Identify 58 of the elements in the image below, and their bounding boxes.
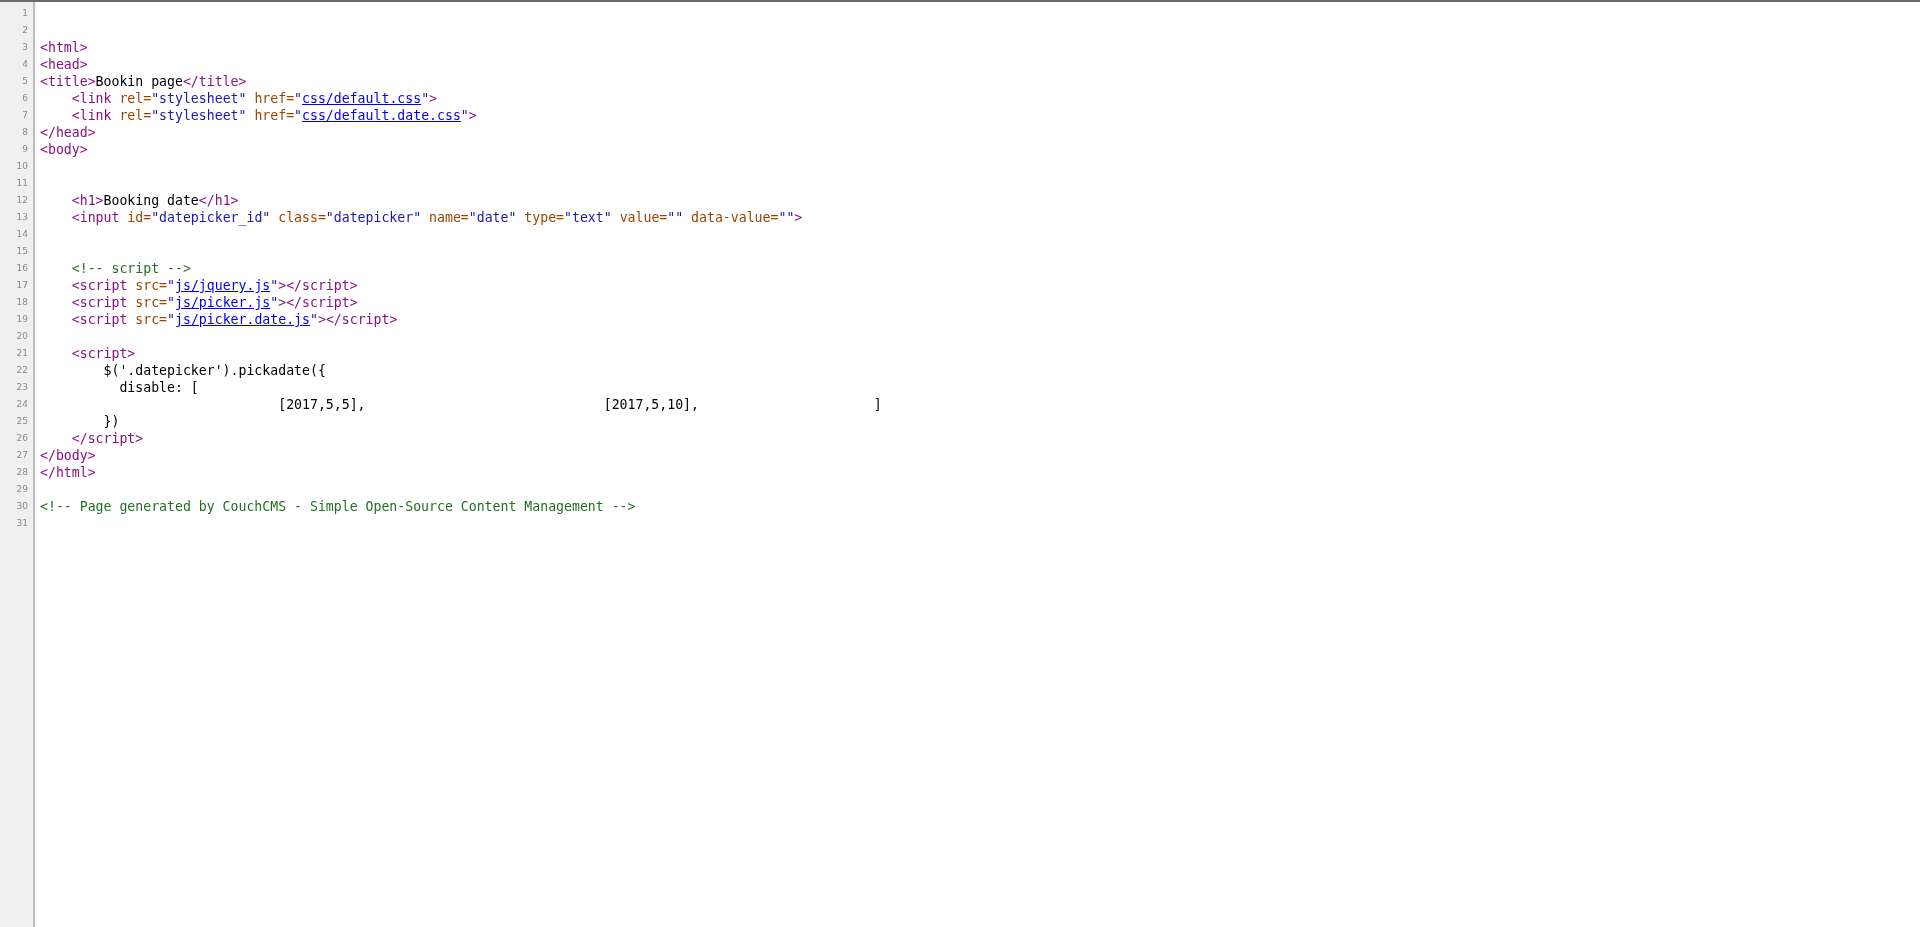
code-line: <script src="js/picker.js"></script> [70, 294, 358, 311]
code-line: <script src="js/picker.date.js"></script> [70, 311, 398, 328]
line-number: 23 [15, 381, 29, 394]
line-number: 20 [15, 330, 29, 343]
line-number: 7 [21, 109, 29, 122]
line-number: 5 [21, 75, 29, 88]
code-comment: <!-- script --> [70, 260, 191, 277]
line-number: 6 [21, 92, 29, 105]
line-number: 19 [15, 313, 29, 326]
code-line: <head> [40, 56, 88, 73]
line-number: 15 [15, 245, 29, 258]
line-number: 16 [15, 262, 29, 275]
line-number: 25 [15, 415, 29, 428]
line-number: 30 [15, 500, 29, 513]
line-number: 31 [15, 517, 29, 530]
line-number: 24 [15, 398, 29, 411]
code-line: <html> [40, 39, 88, 56]
line-number: 11 [15, 177, 29, 190]
code-line: <link rel="stylesheet" href="css/default.date.css"> [70, 107, 477, 124]
source-link[interactable]: css/default.date.css [302, 108, 461, 123]
code-line: </head> [40, 124, 96, 141]
code-line: disable: [ [118, 379, 199, 396]
line-number: 4 [21, 58, 29, 71]
source-link[interactable]: js/picker.js [175, 295, 271, 310]
code-line: </body> [40, 447, 96, 464]
line-number: 2 [21, 24, 29, 37]
source-link[interactable]: js/jquery.js [175, 278, 271, 293]
code-line: <script src="js/jquery.js"></script> [70, 277, 358, 294]
line-number: 29 [15, 483, 29, 496]
line-number: 26 [15, 432, 29, 445]
line-number: 28 [15, 466, 29, 479]
code-line: <script> [70, 345, 136, 362]
line-number: 10 [15, 160, 29, 173]
line-number: 13 [15, 211, 29, 224]
source-link[interactable]: js/picker.date.js [175, 312, 310, 327]
code-line: }) [102, 413, 120, 430]
code-comment: <!-- Page generated by CouchCMS - Simple Open-Source Content Management --> [40, 498, 636, 515]
line-number: 22 [15, 364, 29, 377]
source-link[interactable]: css/default.css [302, 91, 422, 106]
line-number: 21 [15, 347, 29, 360]
line-number: 1 [21, 7, 29, 20]
line-number: 8 [21, 126, 29, 139]
line-number: 14 [15, 228, 29, 241]
line-number: 27 [15, 449, 29, 462]
code-line: $('.datepicker').pickadate({ [102, 362, 326, 379]
line-number: 17 [15, 279, 29, 292]
code-line: <title>Bookin page</title> [40, 73, 247, 90]
code-line: </script> [70, 430, 144, 447]
line-number: 12 [15, 194, 29, 207]
line-number: 3 [21, 41, 29, 54]
code-line: </html> [40, 464, 96, 481]
code-line: <link rel="stylesheet" href="css/default.css"> [70, 90, 438, 107]
code-line: <body> [40, 141, 88, 158]
code-line: [2017,5,5], [2017,5,10], ] [277, 396, 882, 413]
code-line: <h1>Booking date</h1> [70, 192, 239, 209]
code-line: <input id="datepicker_id" class="datepicker" name="date" type="text" value="" data-value=""> [70, 209, 803, 226]
line-number: 18 [15, 296, 29, 309]
line-number: 9 [21, 143, 29, 156]
